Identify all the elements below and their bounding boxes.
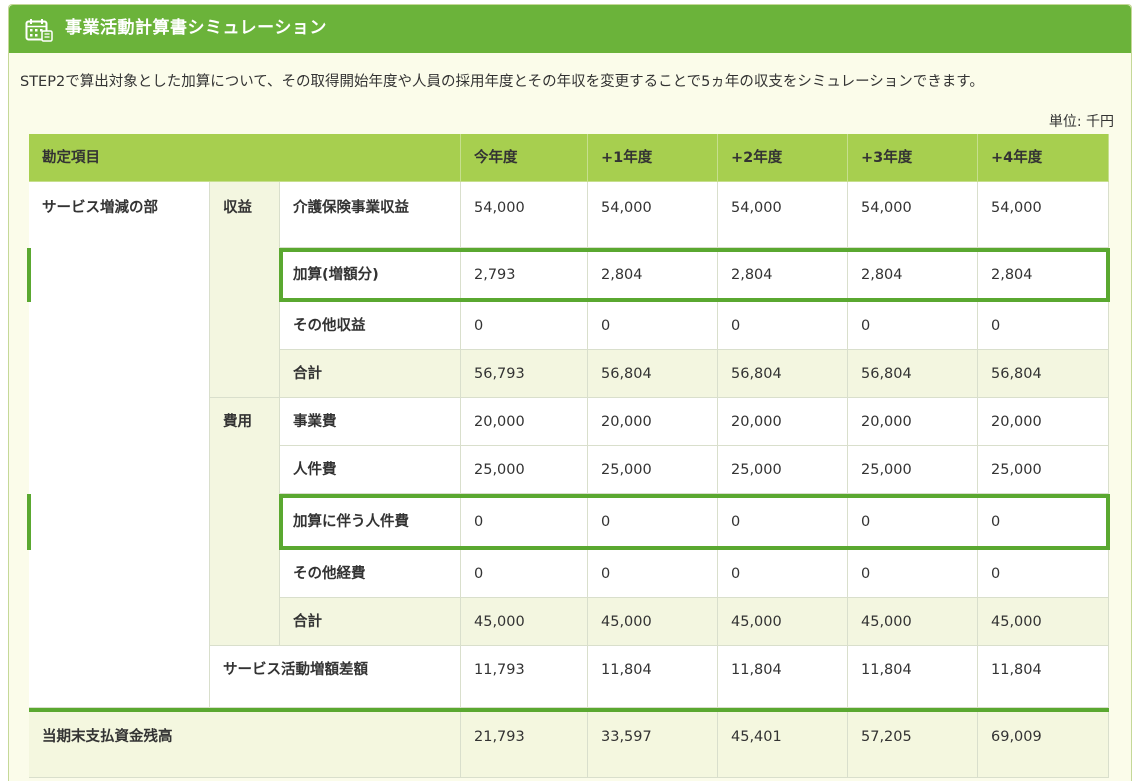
expense-group-label: 費用	[210, 398, 280, 646]
row-value: 11,804	[848, 646, 978, 708]
calendar-calculator-icon	[25, 19, 53, 42]
row-value: 54,000	[978, 182, 1109, 248]
row-label: その他収益	[280, 302, 461, 350]
row-label: 人件費	[280, 446, 461, 494]
row-value: 54,000	[848, 182, 978, 248]
revenue-group-label: 収益	[210, 182, 280, 398]
row-value: 20,000	[461, 398, 588, 446]
row-value: 0	[848, 302, 978, 350]
row-value: 54,000	[461, 182, 588, 248]
row-label: 事業費	[280, 398, 461, 446]
row-value: 69,009	[978, 712, 1109, 778]
row-value: 0	[978, 302, 1109, 350]
row-value: 45,000	[978, 598, 1109, 646]
header-year: +3年度	[848, 134, 978, 182]
description-text: STEP2で算出対象とした加算について、その取得開始年度や人員の採用年度とその年…	[20, 74, 984, 90]
row-value: 33,597	[588, 712, 718, 778]
header-year: +2年度	[718, 134, 848, 182]
panel-title: 事業活動計算書シミュレーション	[65, 18, 327, 38]
row-value: 45,000	[718, 598, 848, 646]
row-value: 56,804	[588, 350, 718, 398]
row-value: 45,000	[588, 598, 718, 646]
row-value: 54,000	[588, 182, 718, 248]
row-value: 0	[848, 550, 978, 598]
row-label: 合計	[280, 598, 461, 646]
header-year: +4年度	[978, 134, 1109, 182]
row-value: 0	[461, 302, 588, 350]
row-value: 45,401	[718, 712, 848, 778]
row-value: 11,804	[718, 646, 848, 708]
row-label: 当期末支払資金残高	[29, 712, 461, 778]
row-value: 21,793	[461, 712, 588, 778]
highlight-row-outline	[279, 248, 1110, 302]
highlight-row-outline	[279, 494, 1110, 550]
row-value: 56,804	[848, 350, 978, 398]
header-item: 勘定項目	[29, 134, 461, 182]
row-value: 45,000	[848, 598, 978, 646]
row-value: 0	[978, 550, 1109, 598]
row-value: 25,000	[461, 446, 588, 494]
row-label: その他経費	[280, 550, 461, 598]
highlight-marker	[27, 494, 31, 550]
row-value: 20,000	[848, 398, 978, 446]
row-value: 45,000	[461, 598, 588, 646]
row-value: 0	[588, 302, 718, 350]
row-value: 54,000	[718, 182, 848, 248]
panel-header: 事業活動計算書シミュレーション	[9, 5, 1131, 53]
row-value: 0	[461, 550, 588, 598]
row-value: 25,000	[848, 446, 978, 494]
row-value: 57,205	[848, 712, 978, 778]
row-value: 0	[718, 302, 848, 350]
row-label: 介護保険事業収益	[280, 182, 461, 248]
row-value: 25,000	[588, 446, 718, 494]
row-value: 20,000	[718, 398, 848, 446]
row-value: 25,000	[718, 446, 848, 494]
row-value: 11,793	[461, 646, 588, 708]
row-value: 20,000	[978, 398, 1109, 446]
highlight-marker	[27, 248, 31, 302]
row-label: サービス活動増額差額	[210, 646, 461, 708]
row-value: 25,000	[978, 446, 1109, 494]
header-year: 今年度	[461, 134, 588, 182]
row-value: 56,804	[718, 350, 848, 398]
unit-label: 単位: 千円	[1048, 114, 1114, 130]
row-value: 56,793	[461, 350, 588, 398]
row-value: 0	[588, 550, 718, 598]
row-value: 11,804	[978, 646, 1109, 708]
row-value: 56,804	[978, 350, 1109, 398]
row-value: 20,000	[588, 398, 718, 446]
row-value: 0	[718, 550, 848, 598]
header-year: +1年度	[588, 134, 718, 182]
row-value: 11,804	[588, 646, 718, 708]
row-label: 合計	[280, 350, 461, 398]
section-label: サービス増減の部	[29, 182, 210, 708]
